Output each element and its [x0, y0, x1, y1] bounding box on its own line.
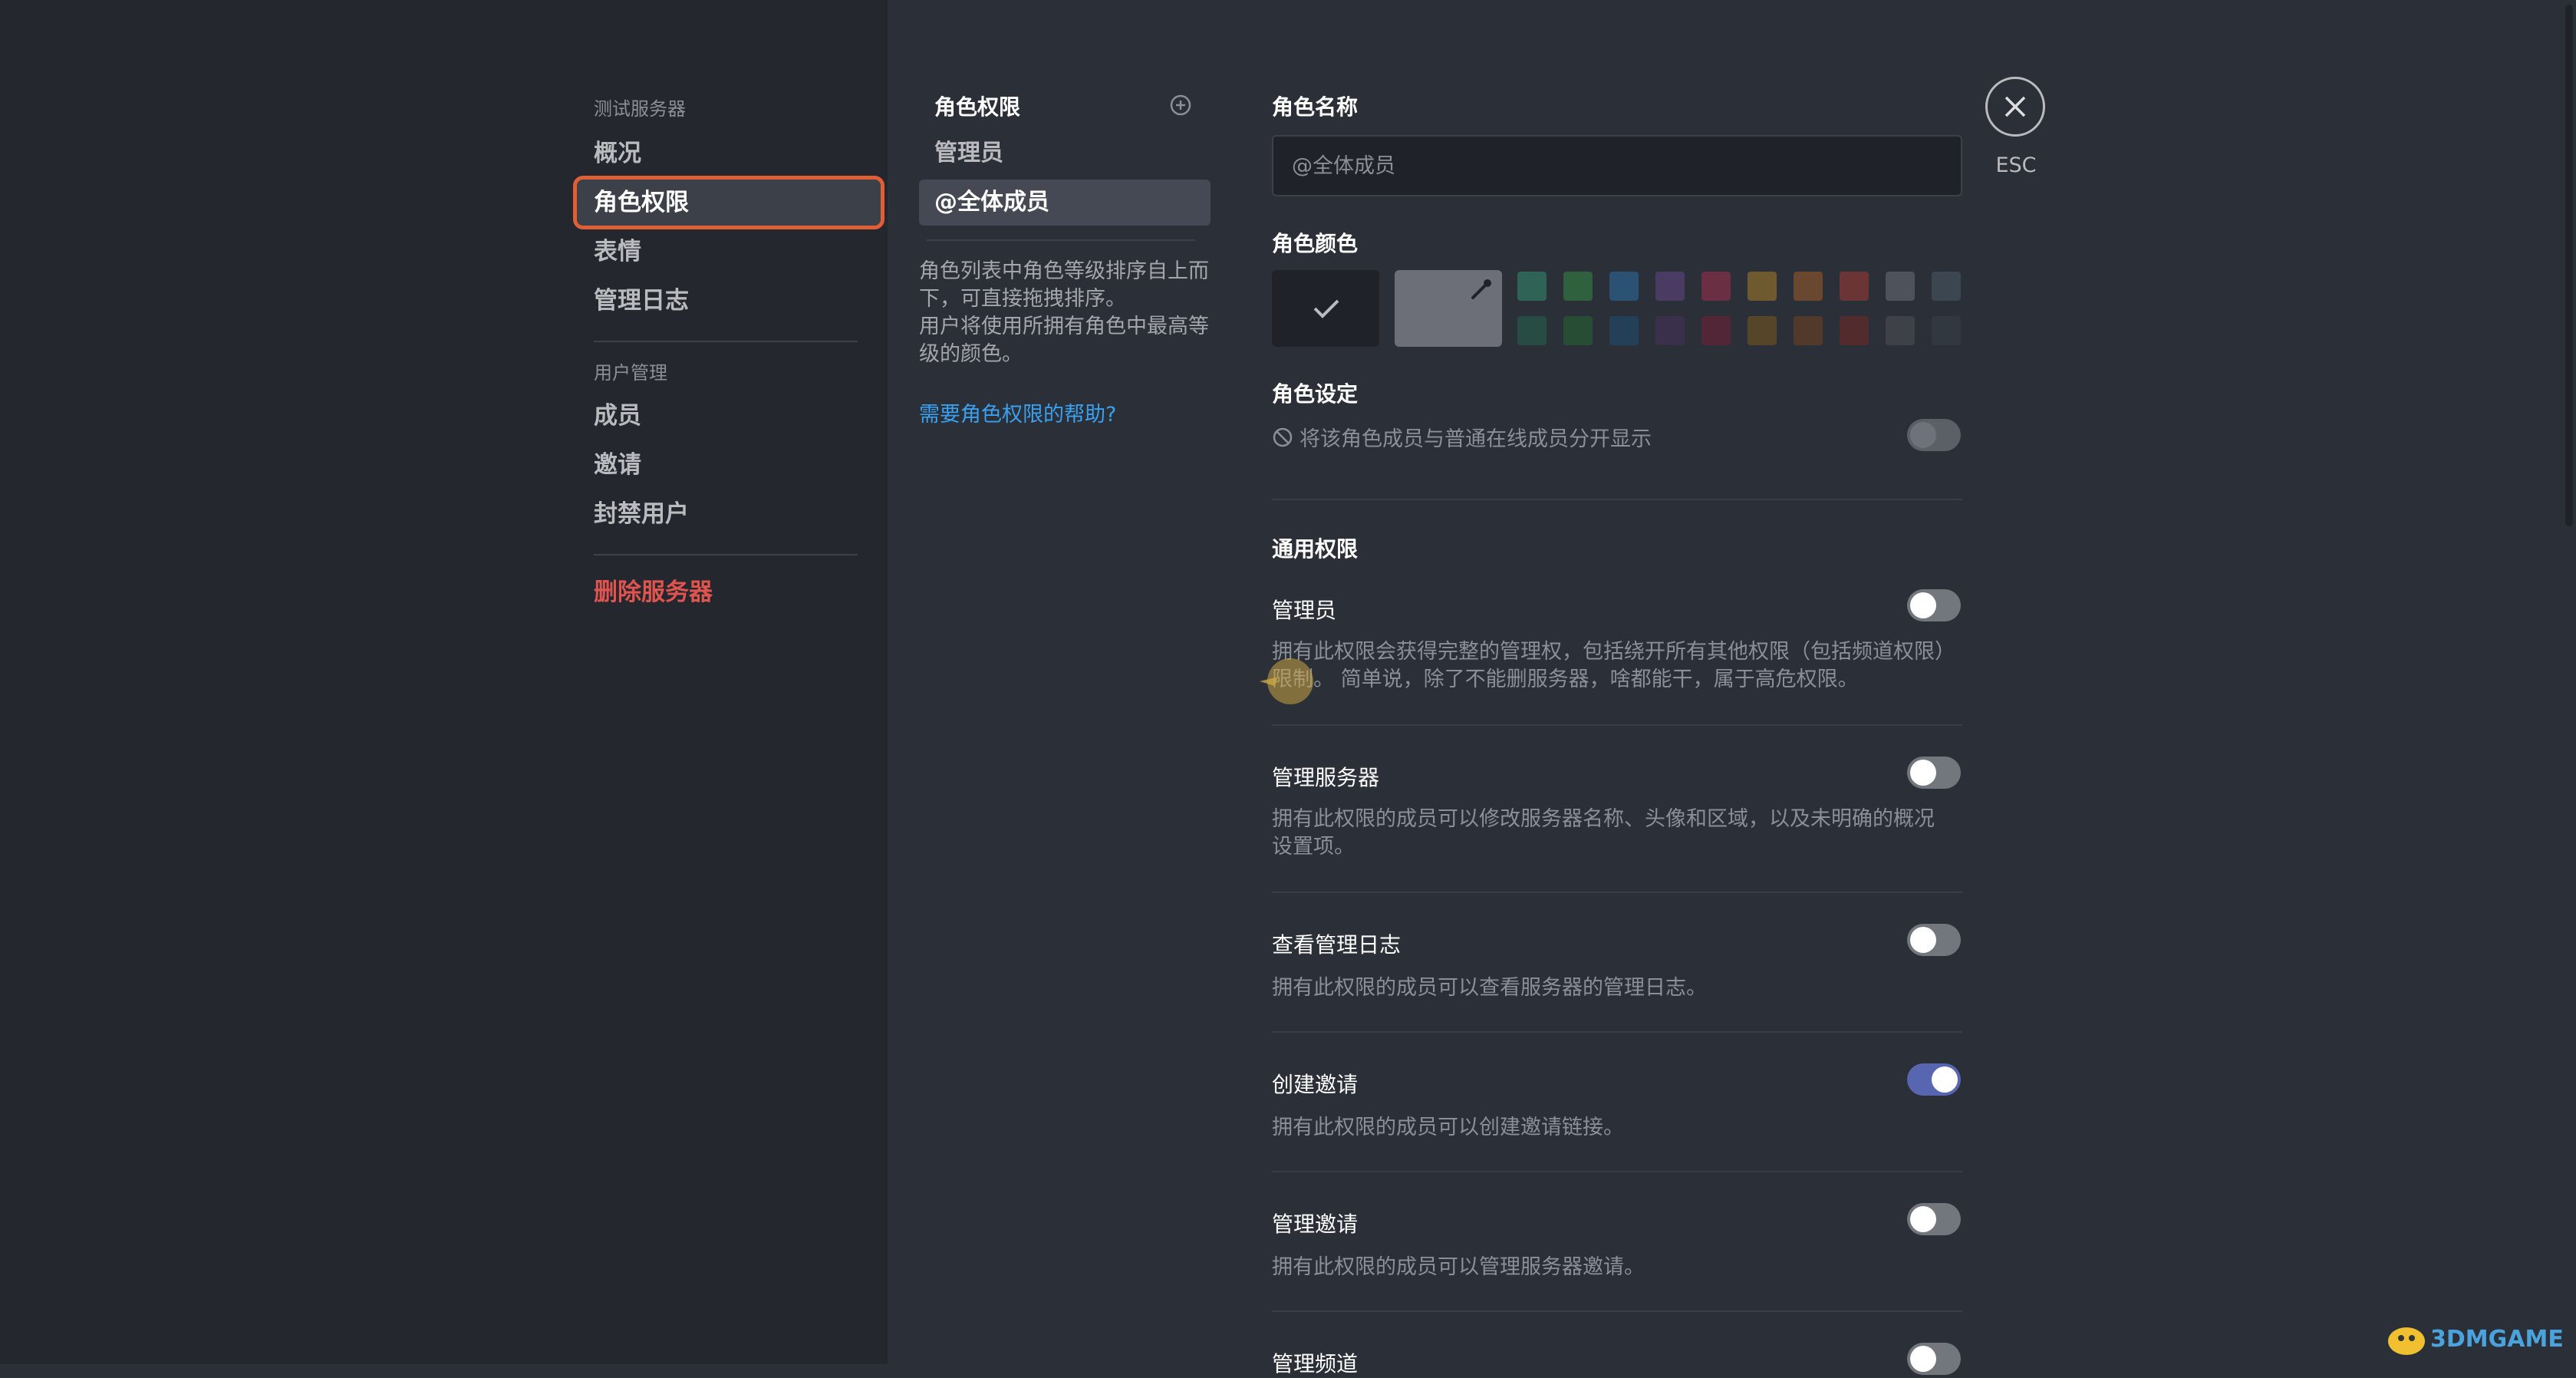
color-swatch[interactable]	[1840, 316, 1869, 345]
hoist-setting-row: 将该角色成员与普通在线成员分开显示	[1272, 422, 1652, 452]
toggle-knob	[1932, 1066, 1958, 1093]
close-button[interactable]	[1985, 77, 2045, 137]
permission-title-create-invite: 创建邀请	[1272, 1072, 1359, 1097]
permission-desc-manage-invites: 拥有此权限的成员可以管理服务器邀请。	[1272, 1255, 1645, 1279]
color-swatch[interactable]	[1886, 272, 1915, 301]
color-swatch[interactable]	[1932, 316, 1961, 345]
color-swatch[interactable]	[1840, 272, 1869, 301]
permission-desc-manage-server: 拥有此权限的成员可以修改服务器名称、头像和区域，以及未明确的概况设置项。	[1272, 807, 1935, 859]
color-swatch[interactable]	[1701, 272, 1731, 301]
eyedropper-icon	[1471, 279, 1491, 299]
roles-divider	[927, 239, 1195, 241]
color-swatch[interactable]	[1563, 272, 1593, 301]
permission-title-manage-channels: 管理频道	[1272, 1351, 1359, 1376]
server-name-header: 测试服务器	[594, 98, 686, 120]
custom-color-swatch[interactable]	[1395, 270, 1502, 347]
role-settings-label: 角色设定	[1272, 381, 1359, 407]
sidebar-divider	[594, 554, 858, 555]
section-divider	[1272, 499, 1962, 500]
permission-toggle-manage-server[interactable]	[1907, 757, 1961, 789]
roles-description-line1: 角色列表中角色等级排序自上而下，可直接拖拽排序。	[919, 259, 1209, 311]
scrollbar[interactable]	[2562, 0, 2576, 529]
hoist-setting-text: 将该角色成员与普通在线成员分开显示	[1300, 427, 1652, 451]
color-swatch[interactable]	[1886, 316, 1915, 345]
disabled-icon	[1273, 427, 1293, 447]
role-item-admin[interactable]: 管理员	[919, 130, 1211, 176]
permission-title-manage-invites: 管理邀请	[1272, 1212, 1359, 1237]
color-swatch[interactable]	[1794, 316, 1823, 345]
color-swatch[interactable]	[1517, 272, 1547, 301]
role-name-input[interactable]	[1272, 135, 1962, 196]
permission-desc-audit-log: 拥有此权限的成员可以查看服务器的管理日志。	[1272, 976, 1707, 1000]
sidebar-divider	[594, 341, 858, 342]
permission-desc-create-invite: 拥有此权限的成员可以创建邀请链接。	[1272, 1116, 1624, 1139]
permission-divider	[1272, 892, 1962, 893]
general-permissions-label: 通用权限	[1272, 536, 1359, 562]
color-swatch[interactable]	[1932, 272, 1961, 301]
delete-server-button[interactable]: 删除服务器	[577, 569, 881, 615]
close-icon	[2004, 96, 2026, 117]
permission-divider	[1272, 1171, 1962, 1172]
permission-divider	[1272, 724, 1962, 726]
toggle-knob	[1910, 927, 1936, 953]
color-swatch[interactable]	[1748, 272, 1777, 301]
color-swatch[interactable]	[1794, 272, 1823, 301]
color-swatch[interactable]	[1563, 316, 1593, 345]
permission-divider	[1272, 1031, 1962, 1033]
role-name-label: 角色名称	[1272, 94, 1359, 120]
color-swatch[interactable]	[1517, 316, 1547, 345]
permission-toggle-create-invite[interactable]	[1907, 1063, 1961, 1096]
permission-toggle-manage-invites[interactable]	[1907, 1203, 1961, 1235]
watermark: 3DMGAME	[2430, 1326, 2564, 1353]
permission-toggle-audit-log[interactable]	[1907, 924, 1961, 956]
sidebar-item-emoji[interactable]: 表情	[577, 229, 881, 275]
permission-title-admin: 管理员	[1272, 598, 1337, 623]
color-swatch[interactable]	[1655, 316, 1685, 345]
sidebar-item-members[interactable]: 成员	[577, 393, 881, 439]
roles-help-link[interactable]: 需要角色权限的帮助?	[919, 397, 1116, 427]
permission-desc-admin: 拥有此权限会获得完整的管理权，包括绕开所有其他权限（包括频道权限）限制。 简单说…	[1272, 640, 1945, 691]
sidebar-item-invites[interactable]: 邀请	[577, 442, 881, 488]
color-swatch[interactable]	[1748, 316, 1777, 345]
esc-label: ESC	[1995, 153, 2037, 177]
add-role-icon[interactable]	[1169, 94, 1192, 117]
color-swatch[interactable]	[1655, 272, 1685, 301]
toggle-knob	[1910, 422, 1936, 448]
user-management-header: 用户管理	[594, 362, 667, 384]
scrollbar-thumb[interactable]	[2565, 5, 2573, 526]
role-color-label: 角色颜色	[1272, 231, 1359, 256]
toggle-knob	[1910, 592, 1936, 618]
roles-description: 角色列表中角色等级排序自上而下，可直接拖拽排序。 用户将使用所拥有角色中最高等级…	[919, 258, 1218, 368]
permission-toggle-admin[interactable]	[1907, 589, 1961, 621]
permission-title-audit-log: 查看管理日志	[1272, 932, 1402, 958]
toggle-knob	[1910, 760, 1936, 786]
color-swatch[interactable]	[1609, 272, 1639, 301]
color-swatch[interactable]	[1701, 316, 1731, 345]
sidebar-item-overview[interactable]: 概况	[577, 130, 881, 176]
default-color-swatch[interactable]	[1272, 270, 1379, 347]
roles-title: 角色权限	[934, 94, 1021, 120]
watermark-logo-icon	[2388, 1327, 2425, 1355]
hoist-toggle[interactable]	[1907, 419, 1961, 451]
permission-divider	[1272, 1310, 1962, 1312]
toggle-knob	[1910, 1206, 1936, 1232]
check-icon	[1313, 299, 1339, 318]
sidebar-item-roles[interactable]: 角色权限	[573, 176, 884, 229]
permission-toggle-manage-channels[interactable]	[1907, 1343, 1961, 1375]
sidebar-item-audit-log[interactable]: 管理日志	[577, 278, 881, 324]
sidebar-item-bans[interactable]: 封禁用户	[577, 491, 881, 537]
color-swatch[interactable]	[1609, 316, 1639, 345]
toggle-knob	[1910, 1346, 1936, 1372]
cursor-icon	[1260, 658, 1313, 704]
roles-description-line2: 用户将使用所拥有角色中最高等级的颜色。	[919, 315, 1209, 366]
role-item-everyone[interactable]: @全体成员	[919, 180, 1211, 226]
permission-title-manage-server: 管理服务器	[1272, 765, 1380, 790]
